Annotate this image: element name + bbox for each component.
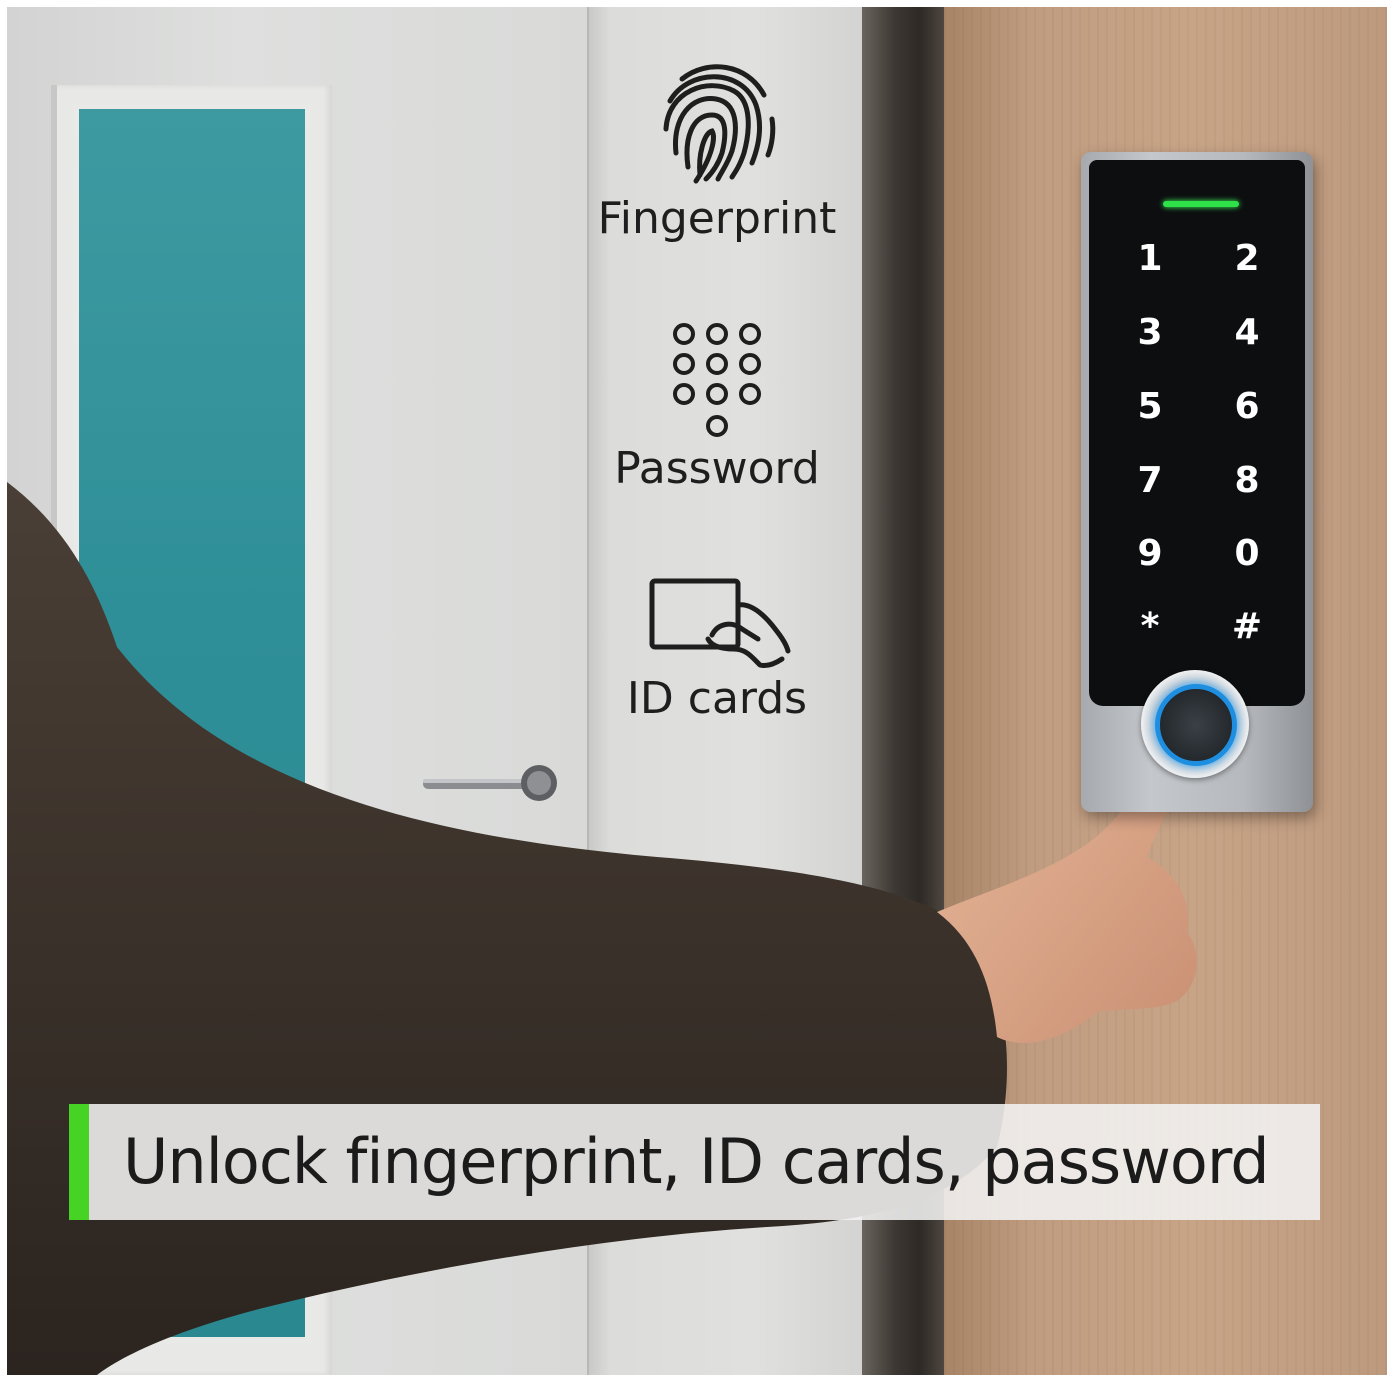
key-hash[interactable]: #: [1217, 596, 1277, 656]
id-card-icon: [649, 578, 791, 668]
status-led: [1163, 201, 1239, 207]
key-2[interactable]: 2: [1217, 228, 1277, 288]
key-5[interactable]: 5: [1120, 376, 1180, 436]
feature-label: ID cards: [626, 673, 808, 724]
feature-id-cards: ID cards: [585, 577, 849, 724]
caption-banner: Unlock fingerprint, ID cards, password: [69, 1104, 1320, 1220]
key-9[interactable]: 9: [1120, 523, 1180, 583]
fingerprint-icon: [663, 64, 776, 184]
product-photo: Fingerprint Password ID cards 1 2 3 4 5 …: [7, 7, 1387, 1375]
key-star[interactable]: *: [1120, 596, 1180, 656]
keypad-touch-panel: 1 2 3 4 5 6 7 8 9 0 * #: [1089, 160, 1305, 706]
fingerprint-sensor[interactable]: [1141, 670, 1249, 778]
feature-label: Password: [614, 443, 820, 494]
access-control-keypad: 1 2 3 4 5 6 7 8 9 0 * #: [1081, 152, 1313, 812]
sensor-ring: [1155, 684, 1237, 766]
feature-fingerprint: Fingerprint: [585, 57, 849, 244]
banner-text: Unlock fingerprint, ID cards, password: [123, 1125, 1270, 1198]
key-7[interactable]: 7: [1120, 450, 1180, 510]
keypad-icon: [673, 323, 761, 437]
key-1[interactable]: 1: [1120, 228, 1180, 288]
feature-password: Password: [585, 321, 849, 494]
banner-accent-bar: [69, 1104, 89, 1220]
key-3[interactable]: 3: [1120, 302, 1180, 362]
key-8[interactable]: 8: [1217, 450, 1277, 510]
key-0[interactable]: 0: [1217, 523, 1277, 583]
feature-label: Fingerprint: [597, 193, 837, 244]
key-4[interactable]: 4: [1217, 302, 1277, 362]
key-6[interactable]: 6: [1217, 376, 1277, 436]
